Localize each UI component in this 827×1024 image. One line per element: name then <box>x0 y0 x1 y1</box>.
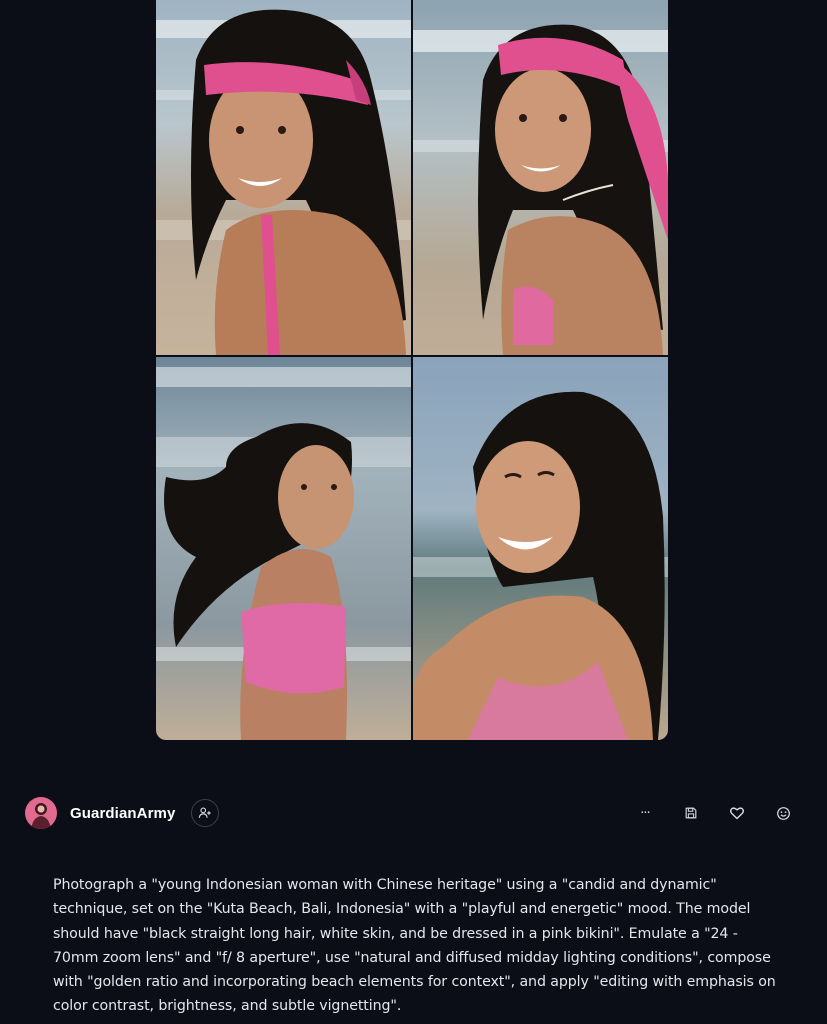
save-button[interactable] <box>681 803 701 823</box>
more-icon: ··· <box>640 805 650 821</box>
beach-photo-2 <box>413 0 668 355</box>
prompt-text: Photograph a "young Indonesian woman wit… <box>53 877 776 1015</box>
post-actions: ··· <box>635 803 795 823</box>
more-button[interactable]: ··· <box>635 803 655 823</box>
person-plus-icon <box>199 807 212 818</box>
beach-photo-4 <box>413 357 668 740</box>
post-page: GuardianArmy ··· Photograph a "young Ind… <box>0 0 827 1024</box>
author-username[interactable]: GuardianArmy <box>70 805 175 822</box>
save-icon <box>685 807 697 819</box>
image-tile-2[interactable] <box>413 0 668 355</box>
author-row: GuardianArmy ··· <box>25 796 795 830</box>
beach-photo-3 <box>156 357 411 740</box>
smile-icon <box>776 806 790 820</box>
avatar[interactable] <box>25 797 57 829</box>
image-tile-1[interactable] <box>156 0 411 355</box>
avatar-pink-figure-icon <box>25 797 57 829</box>
follow-button[interactable] <box>191 799 220 827</box>
beach-photo-1 <box>156 0 411 355</box>
image-grid <box>156 0 668 740</box>
heart-icon <box>730 807 744 820</box>
like-button[interactable] <box>727 803 747 823</box>
react-button[interactable] <box>773 803 793 823</box>
image-tile-3[interactable] <box>156 357 411 740</box>
image-tile-4[interactable] <box>413 357 668 740</box>
